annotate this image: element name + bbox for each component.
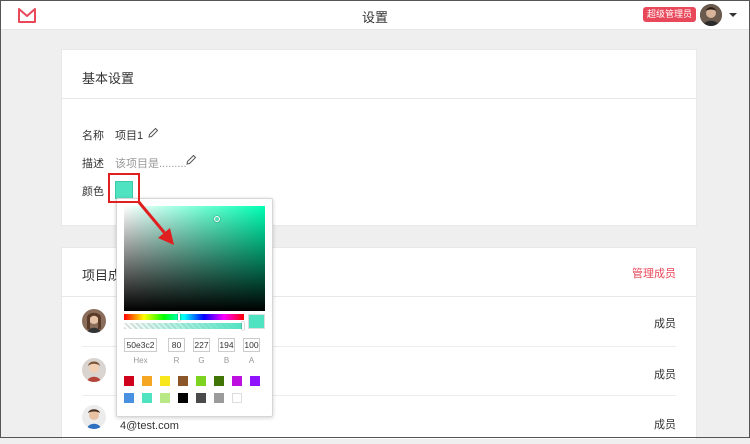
description-label: 描述 bbox=[82, 158, 104, 170]
preset-color-swatch[interactable] bbox=[250, 376, 260, 386]
description-value: 该项目是......... bbox=[115, 158, 187, 170]
top-bar: 设置 超级管理员 bbox=[1, 1, 749, 30]
hue-slider-handle[interactable] bbox=[178, 313, 180, 321]
color-preview bbox=[248, 314, 265, 329]
member-avatar-icon bbox=[82, 405, 106, 429]
edit-description-pencil-icon[interactable] bbox=[186, 154, 197, 165]
member-avatar bbox=[82, 405, 106, 429]
member-avatar-icon bbox=[82, 309, 106, 333]
page-title: 设置 bbox=[361, 10, 388, 25]
hue-slider[interactable] bbox=[124, 313, 244, 321]
alpha-slider[interactable] bbox=[124, 322, 244, 330]
blue-input[interactable]: 194 bbox=[218, 338, 235, 352]
preset-color-swatch[interactable] bbox=[124, 376, 134, 386]
alpha-slider-handle[interactable] bbox=[242, 322, 244, 330]
alpha-label: A bbox=[248, 356, 255, 365]
saturation-handle[interactable] bbox=[214, 216, 220, 222]
alpha-input[interactable]: 100 bbox=[243, 338, 260, 352]
preset-color-swatch[interactable] bbox=[232, 393, 242, 403]
preset-color-swatch[interactable] bbox=[160, 393, 170, 403]
member-role: 成员 bbox=[654, 318, 676, 330]
preset-color-swatch[interactable] bbox=[160, 376, 170, 386]
name-value: 项目1 bbox=[115, 130, 144, 142]
preset-color-swatch[interactable] bbox=[214, 393, 224, 403]
member-avatar-icon bbox=[82, 358, 106, 382]
member-avatar bbox=[82, 358, 106, 382]
hex-input[interactable]: 50e3c2 bbox=[124, 338, 157, 352]
hex-label: Hex bbox=[133, 356, 148, 365]
member-email: 4@test.com bbox=[120, 420, 179, 432]
user-avatar-icon bbox=[700, 4, 722, 26]
member-role: 成员 bbox=[654, 419, 676, 431]
divider bbox=[62, 98, 696, 99]
preset-color-swatch[interactable] bbox=[142, 376, 152, 386]
member-avatar bbox=[82, 309, 106, 333]
preset-color-swatch[interactable] bbox=[142, 393, 152, 403]
preset-color-swatch[interactable] bbox=[178, 376, 188, 386]
preset-color-swatch[interactable] bbox=[178, 393, 188, 403]
preset-color-swatch[interactable] bbox=[214, 376, 224, 386]
member-role: 成员 bbox=[654, 369, 676, 381]
red-input[interactable]: 80 bbox=[168, 338, 185, 352]
annotation-arrow-icon bbox=[136, 200, 174, 245]
blue-label: B bbox=[223, 356, 230, 365]
basic-settings-title: 基本设置 bbox=[82, 71, 135, 86]
role-badge: 超级管理员 bbox=[643, 7, 697, 22]
green-input[interactable]: 227 bbox=[193, 338, 210, 352]
edit-name-pencil-icon[interactable] bbox=[148, 127, 159, 138]
color-label: 颜色 bbox=[82, 186, 104, 198]
preset-color-swatch[interactable] bbox=[196, 376, 206, 386]
name-label: 名称 bbox=[82, 130, 104, 142]
preset-color-swatch[interactable] bbox=[232, 376, 242, 386]
preset-color-swatch[interactable] bbox=[124, 393, 134, 403]
user-avatar[interactable] bbox=[700, 4, 722, 26]
preset-color-swatch[interactable] bbox=[196, 393, 206, 403]
manage-members-link[interactable]: 管理成员 bbox=[632, 265, 676, 281]
green-label: G bbox=[198, 356, 205, 365]
user-menu-chevron-down-icon[interactable] bbox=[729, 13, 737, 17]
red-label: R bbox=[173, 356, 180, 365]
